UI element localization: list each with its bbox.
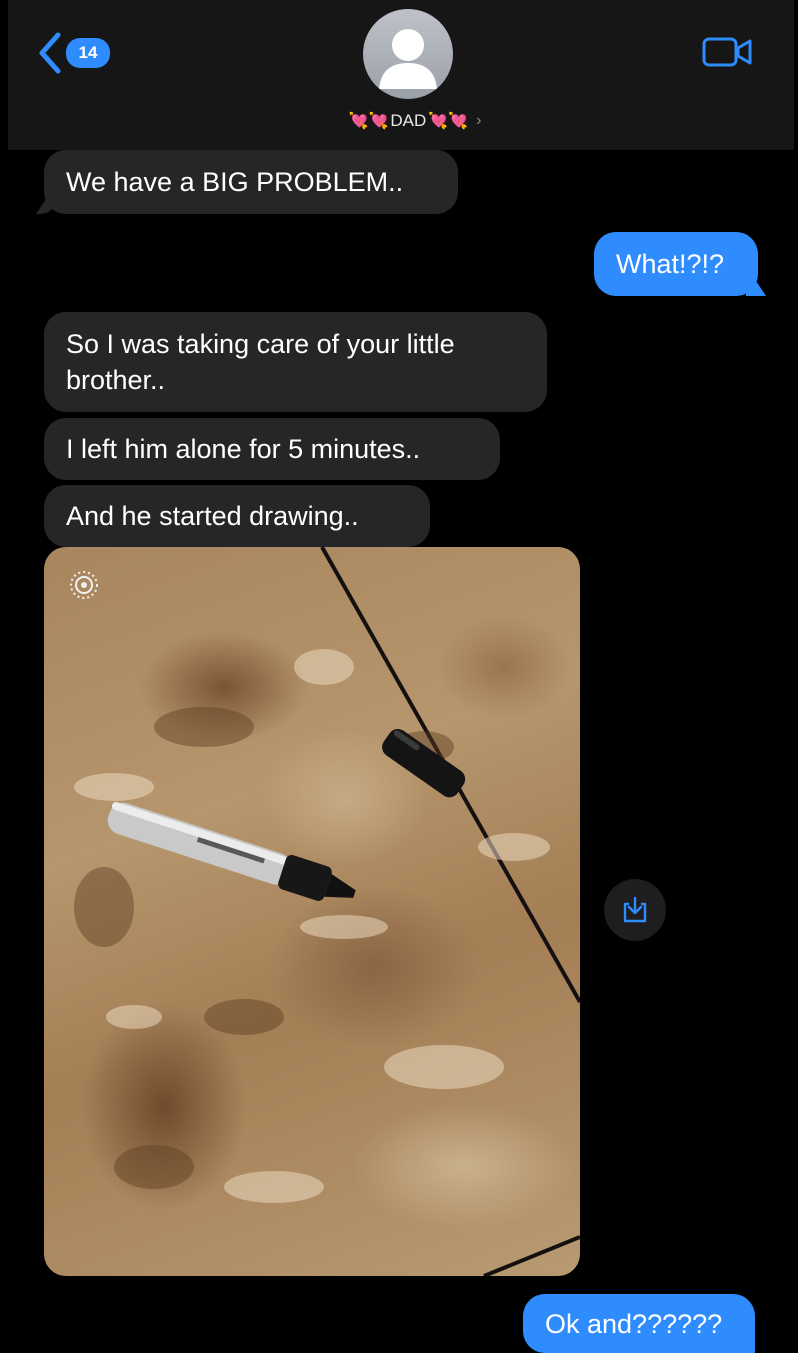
heart-emoji-left: 💘💘 bbox=[348, 113, 389, 130]
contact-name: DAD bbox=[390, 111, 427, 130]
video-call-icon bbox=[702, 37, 752, 67]
message-incoming[interactable]: So I was taking care of your little brot… bbox=[44, 312, 547, 412]
message-text: Ok and?????? bbox=[545, 1308, 723, 1339]
chevron-left-icon bbox=[39, 32, 61, 74]
message-text: I left him alone for 5 minutes.. bbox=[66, 434, 421, 464]
contact-name-button[interactable]: 💘💘 DAD 💘💘 › bbox=[320, 108, 510, 134]
unread-count-badge: 14 bbox=[66, 38, 110, 68]
heart-emoji-right: 💘💘 bbox=[428, 113, 469, 130]
message-incoming[interactable]: I left him alone for 5 minutes.. bbox=[44, 418, 500, 480]
live-photo-icon bbox=[70, 571, 98, 599]
conversation-header: 14 💘💘 DAD 💘💘 › bbox=[8, 0, 794, 150]
marker bbox=[107, 802, 356, 901]
message-incoming[interactable]: And he started drawing.. bbox=[44, 485, 430, 547]
save-to-photos-icon bbox=[623, 896, 647, 923]
message-outgoing[interactable]: Ok and?????? bbox=[523, 1294, 755, 1353]
message-text: So I was taking care of your little brot… bbox=[66, 326, 455, 398]
video-call-button[interactable] bbox=[702, 34, 754, 70]
message-text: And he started drawing.. bbox=[66, 501, 359, 531]
contact-avatar[interactable] bbox=[363, 9, 453, 99]
message-outgoing[interactable]: What!?!? bbox=[594, 232, 758, 296]
tile-floor-photo bbox=[74, 547, 580, 1276]
message-text: What!?!? bbox=[616, 249, 725, 279]
photo-attachment[interactable] bbox=[44, 547, 580, 1276]
back-button[interactable]: 14 bbox=[36, 30, 126, 76]
save-to-photos-button[interactable] bbox=[604, 879, 666, 941]
message-text-line: brother.. bbox=[66, 365, 166, 395]
message-text: We have a BIG PROBLEM.. bbox=[66, 167, 404, 197]
message-text-line: So I was taking care of your little bbox=[66, 329, 455, 359]
avatar-icon bbox=[379, 29, 437, 89]
message-incoming[interactable]: We have a BIG PROBLEM.. bbox=[44, 150, 458, 214]
chevron-right-icon: › bbox=[476, 112, 482, 129]
